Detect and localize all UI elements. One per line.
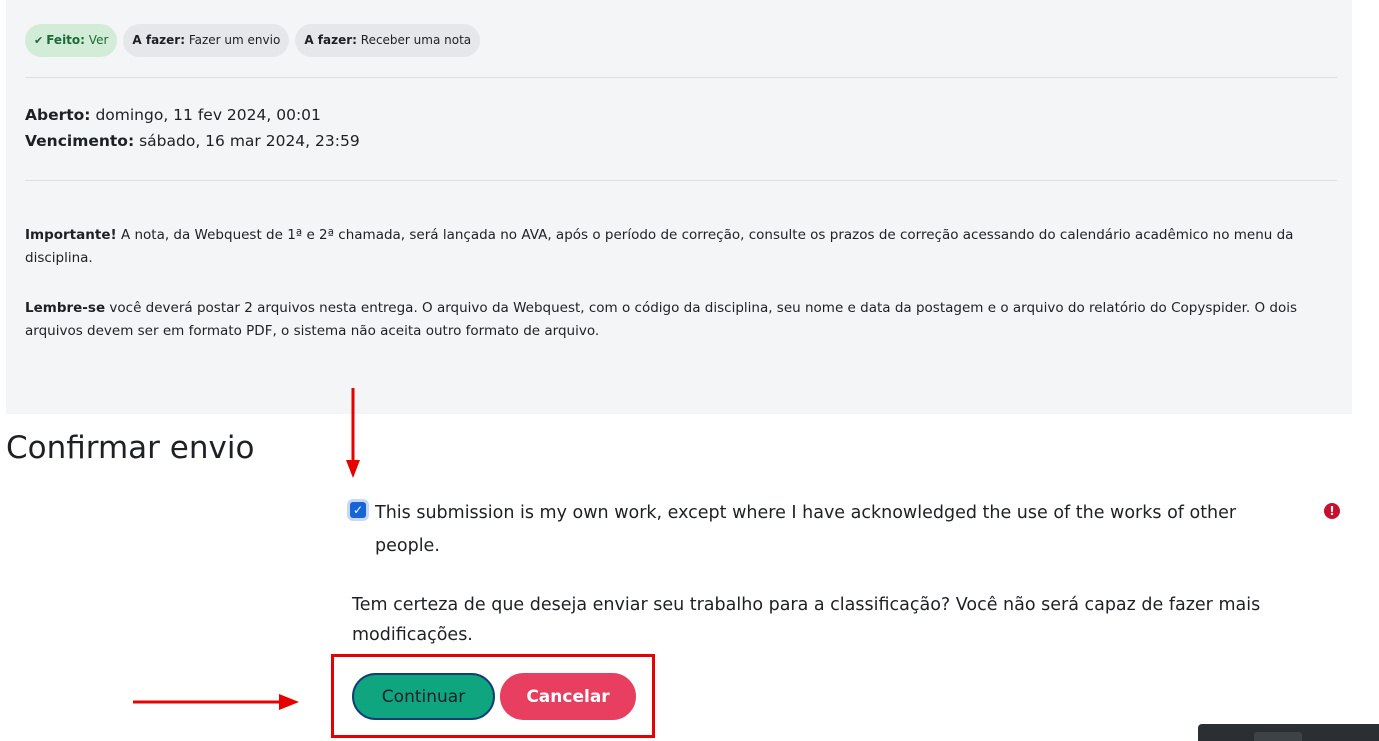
badge-text: Receber uma nota (360, 33, 472, 47)
badge-prefix: A fazer: (304, 33, 357, 47)
divider (25, 180, 1337, 181)
divider (25, 77, 1337, 78)
opened-label: Aberto: (25, 106, 91, 124)
submission-statement-checkbox[interactable]: ✓ (350, 502, 366, 518)
opened-date: Aberto: domingo, 11 fev 2024, 00:01 (25, 102, 360, 128)
floating-toolbar (1198, 724, 1379, 741)
annotation-arrow-down (346, 388, 360, 478)
annotation-arrow-right (133, 694, 299, 710)
important-text: A nota, da Webquest de 1ª e 2ª chamada, … (25, 227, 1294, 266)
important-note: Importante! A nota, da Webquest de 1ª e … (25, 224, 1337, 270)
badge-text: Fazer um envio (188, 33, 281, 47)
activity-dates: Aberto: domingo, 11 fev 2024, 00:01 Venc… (25, 102, 360, 154)
remember-note: Lembre-se você deverá postar 2 arquivos … (25, 297, 1337, 343)
check-icon: ✔ (34, 34, 44, 47)
confirm-question: Tem certeza de que deseja enviar seu tra… (352, 595, 1261, 645)
remember-text: você deverá postar 2 arquivos nesta entr… (25, 300, 1297, 339)
activity-info-panel: ✔ Feito: Ver A fazer: Fazer um envio A fa… (6, 0, 1352, 414)
due-value: sábado, 16 mar 2024, 23:59 (139, 132, 360, 150)
exclamation-circle-icon: ! (1324, 503, 1340, 519)
page-heading: Confirmar envio (6, 430, 255, 466)
badge-prefix: A fazer: (132, 33, 186, 47)
toolbar-tab (1254, 732, 1302, 741)
continue-button[interactable]: Continuar (352, 673, 495, 720)
badge-todo-grade: A fazer: Receber uma nota (295, 24, 481, 57)
due-date: Vencimento: sábado, 16 mar 2024, 23:59 (25, 128, 360, 154)
cancel-button[interactable]: Cancelar (500, 673, 636, 720)
completion-badges: ✔ Feito: Ver A fazer: Fazer um envio A fa… (25, 24, 481, 57)
important-label: Importante! (25, 227, 117, 243)
badge-done-view: ✔ Feito: Ver (25, 24, 118, 57)
submission-statement-label: This submission is my own work, except w… (375, 503, 1237, 556)
due-label: Vencimento: (25, 132, 135, 150)
badge-prefix: Feito: (46, 33, 85, 47)
opened-value: domingo, 11 fev 2024, 00:01 (95, 106, 321, 124)
badge-text: Ver (88, 33, 109, 47)
remember-label: Lembre-se (25, 300, 106, 316)
badge-todo-submit: A fazer: Fazer um envio (123, 24, 290, 57)
